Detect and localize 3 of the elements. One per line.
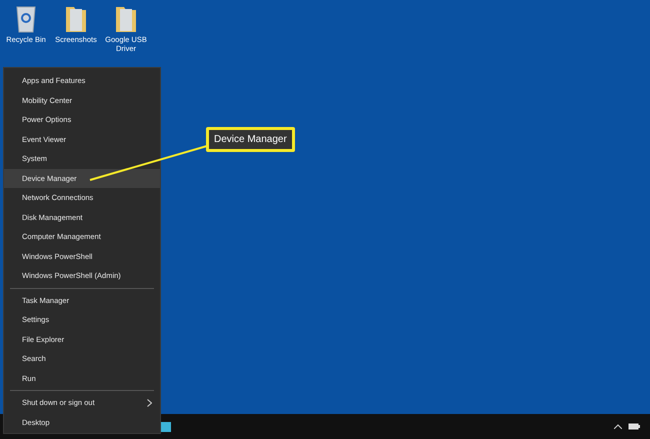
callout-label: Device Manager bbox=[206, 127, 295, 152]
battery-icon[interactable] bbox=[628, 423, 640, 430]
chevron-up-icon[interactable] bbox=[614, 424, 622, 429]
